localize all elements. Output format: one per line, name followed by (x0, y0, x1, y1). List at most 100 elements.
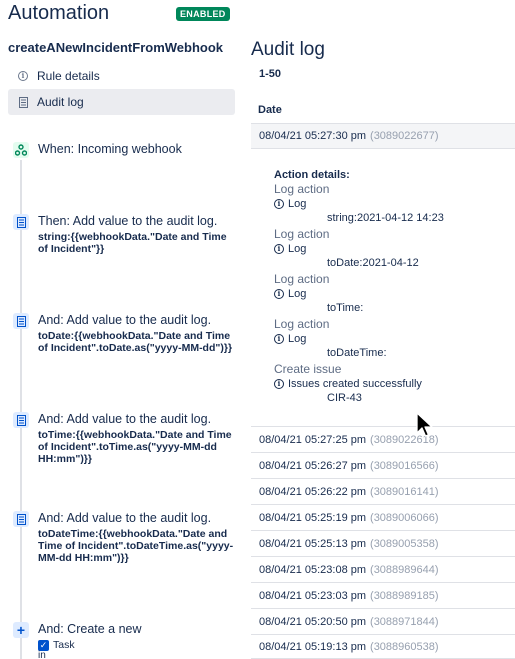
component-detail: string:{{webhookData."Date and Time of I… (38, 231, 227, 255)
audit-log-icon (13, 511, 29, 527)
nav-rule-details[interactable]: i Rule details (8, 63, 235, 89)
row-date: 08/04/21 05:27:25 pm (259, 434, 367, 446)
status-text: Log (288, 198, 307, 210)
audit-row[interactable]: 08/04/21 05:20:50 pm (3088971844) (251, 610, 515, 635)
details-header: Action details: (274, 169, 350, 181)
status-badge: ENABLED (176, 7, 230, 21)
entry-status: i Log (274, 242, 504, 256)
entry-message: toDate:2021-04-12 (327, 257, 419, 269)
row-date: 08/04/21 05:20:50 pm (259, 616, 367, 628)
audit-row[interactable]: 08/04/21 05:23:03 pm (3088989185) (251, 584, 515, 609)
nav-audit-log[interactable]: Audit log (8, 89, 235, 115)
component-detail: toTime:{{webhookData."Date and Time of I… (38, 429, 232, 465)
mouse-cursor-icon (416, 412, 433, 437)
component-title: When: Incoming webhook (38, 142, 182, 156)
checkbox-icon: ✓ (38, 639, 49, 651)
entry-status: i Log (274, 197, 504, 211)
audit-row[interactable]: 08/04/21 05:26:27 pm (3089016566) (251, 454, 515, 479)
row-id: (3088989644) (370, 564, 439, 576)
info-icon: i (274, 199, 284, 209)
row-id: (3089016566) (370, 460, 439, 472)
row-id: (3088971844) (370, 616, 439, 628)
component-action-2[interactable]: And: Add value to the audit log. toDate:… (13, 313, 235, 354)
task-option[interactable]: ✓ Task (38, 639, 235, 651)
plus-icon: + (13, 622, 29, 638)
audit-row[interactable]: 08/04/21 05:25:13 pm (3089005358) (251, 532, 515, 557)
component-title: And: Add value to the audit log. (38, 412, 212, 426)
entry-type: Log action (274, 182, 330, 196)
audit-row[interactable]: 08/04/21 05:19:13 pm (3088960538) (251, 636, 515, 659)
row-date: 08/04/21 05:26:27 pm (259, 460, 367, 472)
audit-row[interactable]: 08/04/21 05:25:19 pm (3089006066) (251, 506, 515, 531)
component-action-5[interactable]: + And: Create a new ✓ Task in (13, 622, 235, 659)
entry-message: toDateTime: (327, 347, 387, 359)
info-icon: i (274, 334, 284, 344)
component-detail: toDateTime:{{webhookData."Date and Time … (38, 528, 234, 564)
entry-type: Log action (274, 317, 330, 331)
component-title: And: Create a new (38, 622, 142, 636)
log-entry: Log action i Log toDate:2021-04-12 (274, 227, 504, 270)
entry-type: Create issue (274, 362, 342, 376)
info-icon: i (17, 70, 29, 82)
row-date: 08/04/21 05:26:22 pm (259, 486, 367, 498)
log-entry: Log action i Log toDateTime: (274, 317, 504, 360)
status-text: Log (288, 288, 307, 300)
info-icon: i (274, 379, 284, 389)
row-date: 08/04/21 05:25:13 pm (259, 538, 367, 550)
info-icon: i (274, 289, 284, 299)
app-title: Automation (8, 2, 110, 24)
row-date: 08/04/21 05:19:13 pm (259, 641, 367, 653)
audit-log-title: Audit log (251, 39, 325, 60)
nav-label: Rule details (37, 69, 100, 83)
audit-row[interactable]: 08/04/21 05:26:22 pm (3089016141) (251, 480, 515, 505)
audit-log-icon (13, 412, 29, 428)
log-entry: Log action i Log string:2021-04-12 14:23 (274, 182, 504, 225)
row-id: (3088960538) (370, 641, 439, 653)
task-label: Task (53, 639, 75, 651)
status-text: Log (288, 243, 307, 255)
column-header-date: Date (258, 104, 282, 116)
entry-type: Log action (274, 272, 330, 286)
row-date: 08/04/21 05:23:08 pm (259, 564, 367, 576)
component-action-3[interactable]: And: Add value to the audit log. toTime:… (13, 412, 235, 465)
row-date: 08/04/21 05:23:03 pm (259, 590, 367, 602)
row-id: (3089016141) (370, 486, 439, 498)
audit-log-icon (13, 214, 29, 230)
row-id: (3088989185) (370, 590, 439, 602)
audit-row-expanded[interactable]: 08/04/21 05:27:30 pm (3089022677) (251, 124, 515, 149)
entry-message: toTime: (327, 302, 364, 314)
rule-name: createANewIncidentFromWebhook (8, 40, 224, 55)
component-title: Then: Add value to the audit log. (38, 214, 218, 228)
component-title: And: Add value to the audit log. (38, 511, 212, 525)
row-id: (3089005358) (370, 538, 439, 550)
info-icon: i (274, 244, 284, 254)
action-details-panel: Action details: Log action i Log string:2… (251, 149, 515, 427)
component-title: And: Add value to the audit log. (38, 313, 212, 327)
audit-row[interactable]: 08/04/21 05:23:08 pm (3088989644) (251, 558, 515, 583)
row-date: 08/04/21 05:27:30 pm (259, 130, 367, 142)
entry-message: string:2021-04-12 14:23 (327, 212, 444, 224)
pagination-range: 1-50 (259, 68, 282, 80)
component-action-4[interactable]: And: Add value to the audit log. toDateT… (13, 511, 235, 564)
document-icon (17, 96, 29, 108)
entry-status: i Log (274, 287, 504, 301)
component-action-1[interactable]: Then: Add value to the audit log. string… (13, 214, 235, 255)
log-entry: Log action i Log toTime: (274, 272, 504, 315)
entry-status: i Issues created successfully (274, 377, 504, 391)
log-entry: Create issue i Issues created successfull… (274, 362, 504, 405)
status-text: Log (288, 333, 307, 345)
webhook-icon (13, 142, 29, 158)
row-date: 08/04/21 05:25:19 pm (259, 512, 367, 524)
component-trigger[interactable]: When: Incoming webhook (13, 142, 235, 158)
entry-type: Log action (274, 227, 330, 241)
row-id: (3089006066) (370, 512, 439, 524)
task-suffix: in (38, 650, 46, 659)
status-text: Issues created successfully (288, 378, 422, 390)
entry-status: i Log (274, 332, 504, 346)
audit-row[interactable]: 08/04/21 05:27:25 pm (3089022618) (251, 428, 515, 453)
audit-log-icon (13, 313, 29, 329)
nav-label: Audit log (37, 95, 84, 109)
entry-message: CIR-43 (327, 392, 362, 404)
component-detail: toDate:{{webhookData."Date and Time of I… (38, 330, 233, 354)
row-id: (3089022677) (370, 130, 439, 142)
